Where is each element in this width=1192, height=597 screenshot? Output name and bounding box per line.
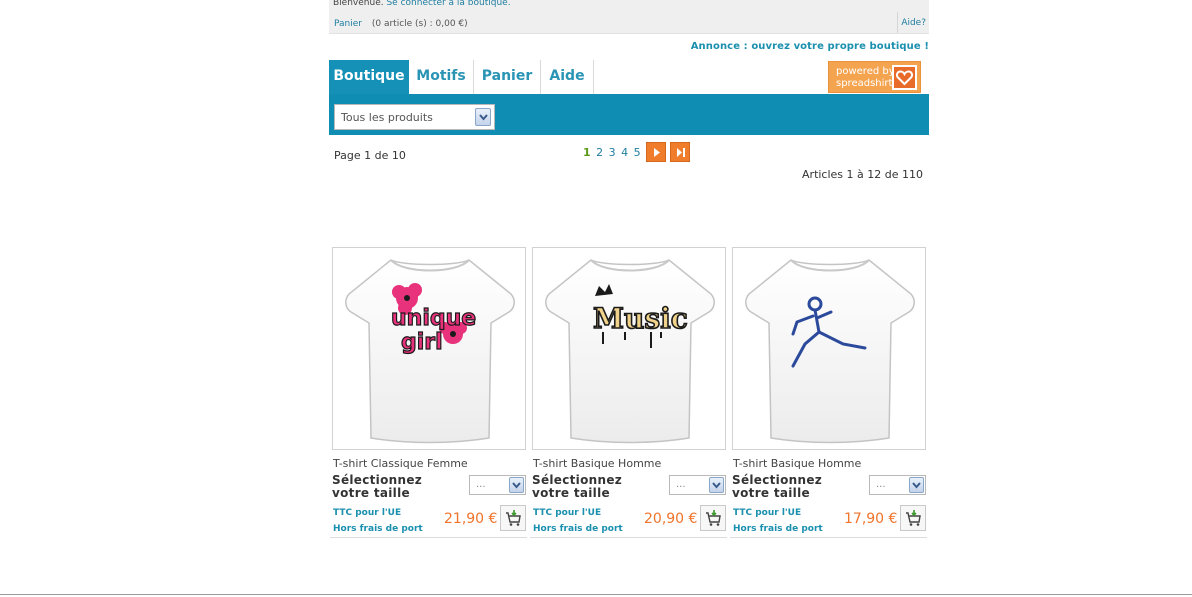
divider [330,537,527,538]
page-link-4[interactable]: 4 [621,146,628,159]
ttc-label: TTC pour l'UE [733,508,802,518]
size-select[interactable]: ... [469,475,526,495]
add-to-cart-button[interactable] [500,505,526,531]
tax-info: TTC pour l'UE Hors frais de port [333,505,423,537]
page-link-1[interactable]: 1 [583,146,591,159]
product-card: Music T-shirt Basique Homme Sélectionnez… [530,245,727,539]
filter-bar: Tous les produits [329,94,929,135]
login-link[interactable]: Se connecter à la boutique. [386,0,510,8]
product-card: unique girl T-shirt Classique Femme Séle… [330,245,527,539]
divider [730,537,927,538]
product-card: T-shirt Basique Homme Sélectionnez votre… [730,245,927,539]
chevron-down-icon[interactable] [709,477,724,493]
shipping-label: Hors frais de port [733,524,823,534]
svg-text:Music: Music [593,302,688,335]
tax-info: TTC pour l'UE Hors frais de port [733,505,823,537]
size-select-value: ... [876,479,886,490]
chevron-down-icon[interactable] [909,477,924,493]
divider [530,537,727,538]
cart-line: Panier (0 article (s) : 0,00 €) [334,19,468,29]
size-label: Sélectionnez votre taille [532,473,623,500]
articles-count: Articles 1 à 12 de 110 [802,168,923,181]
tab-aide[interactable]: Aide [541,60,594,94]
cart-icon [706,510,721,526]
page-link-5[interactable]: 5 [634,146,641,159]
cart-icon [906,510,921,526]
chevron-down-icon[interactable] [475,108,491,126]
spreadshirt-heart-icon [892,65,917,90]
product-price: 20,90 € [644,511,698,527]
ttc-label: TTC pour l'UE [533,508,602,518]
ttc-label: TTC pour l'UE [333,508,402,518]
size-select-value: ... [676,479,686,490]
product-image[interactable]: unique girl [332,247,526,450]
tab-boutique[interactable]: Boutique [329,60,409,94]
product-filter-value: Tous les produits [341,111,433,124]
product-price: 17,90 € [844,511,898,527]
powered-by-text: powered by spreadshirt [836,66,895,89]
top-bar: Bienvenue. Se connecter à la boutique. P… [329,0,929,34]
size-label: Sélectionnez votre taille [332,473,423,500]
cart-link[interactable]: Panier [334,19,362,29]
tax-info: TTC pour l'UE Hors frais de port [533,505,623,537]
product-filter-select[interactable]: Tous les produits [334,104,495,130]
page-numbers: 1 2 3 4 5 [583,146,643,159]
size-select-value: ... [476,479,486,490]
welcome-line: Bienvenue. Se connecter à la boutique. [333,0,511,8]
cart-icon [506,510,521,526]
product-name[interactable]: T-shirt Classique Femme [333,457,468,470]
help-box: Aide? [897,12,929,33]
add-to-cart-button[interactable] [900,505,926,531]
shipping-label: Hors frais de port [333,524,423,534]
welcome-text: Bienvenue. [333,0,384,8]
next-page-button[interactable] [646,142,666,162]
chevron-down-icon[interactable] [509,477,524,493]
page-link-3[interactable]: 3 [609,146,616,159]
announcement-link[interactable]: Annonce : ouvrez votre propre boutique ! [691,41,929,52]
size-select[interactable]: ... [669,475,726,495]
product-name[interactable]: T-shirt Basique Homme [733,457,861,470]
help-link[interactable]: Aide? [901,18,926,28]
tab-panier[interactable]: Panier [474,60,541,94]
shipping-label: Hors frais de port [533,524,623,534]
svg-text:girl: girl [401,330,443,355]
add-to-cart-button[interactable] [700,505,726,531]
tab-motifs[interactable]: Motifs [409,60,474,94]
svg-text:unique: unique [391,306,476,331]
product-price: 21,90 € [444,511,498,527]
page-info: Page 1 de 10 [334,149,406,162]
last-page-button[interactable] [670,142,690,162]
product-name[interactable]: T-shirt Basique Homme [533,457,661,470]
product-image[interactable] [732,247,926,450]
product-image[interactable]: Music [532,247,726,450]
page-link-2[interactable]: 2 [596,146,603,159]
page-bottom-border [0,594,1192,595]
size-select[interactable]: ... [869,475,926,495]
powered-by-spreadshirt[interactable]: powered by spreadshirt [828,61,921,93]
size-label: Sélectionnez votre taille [732,473,823,500]
cart-summary: (0 article (s) : 0,00 €) [371,19,468,29]
